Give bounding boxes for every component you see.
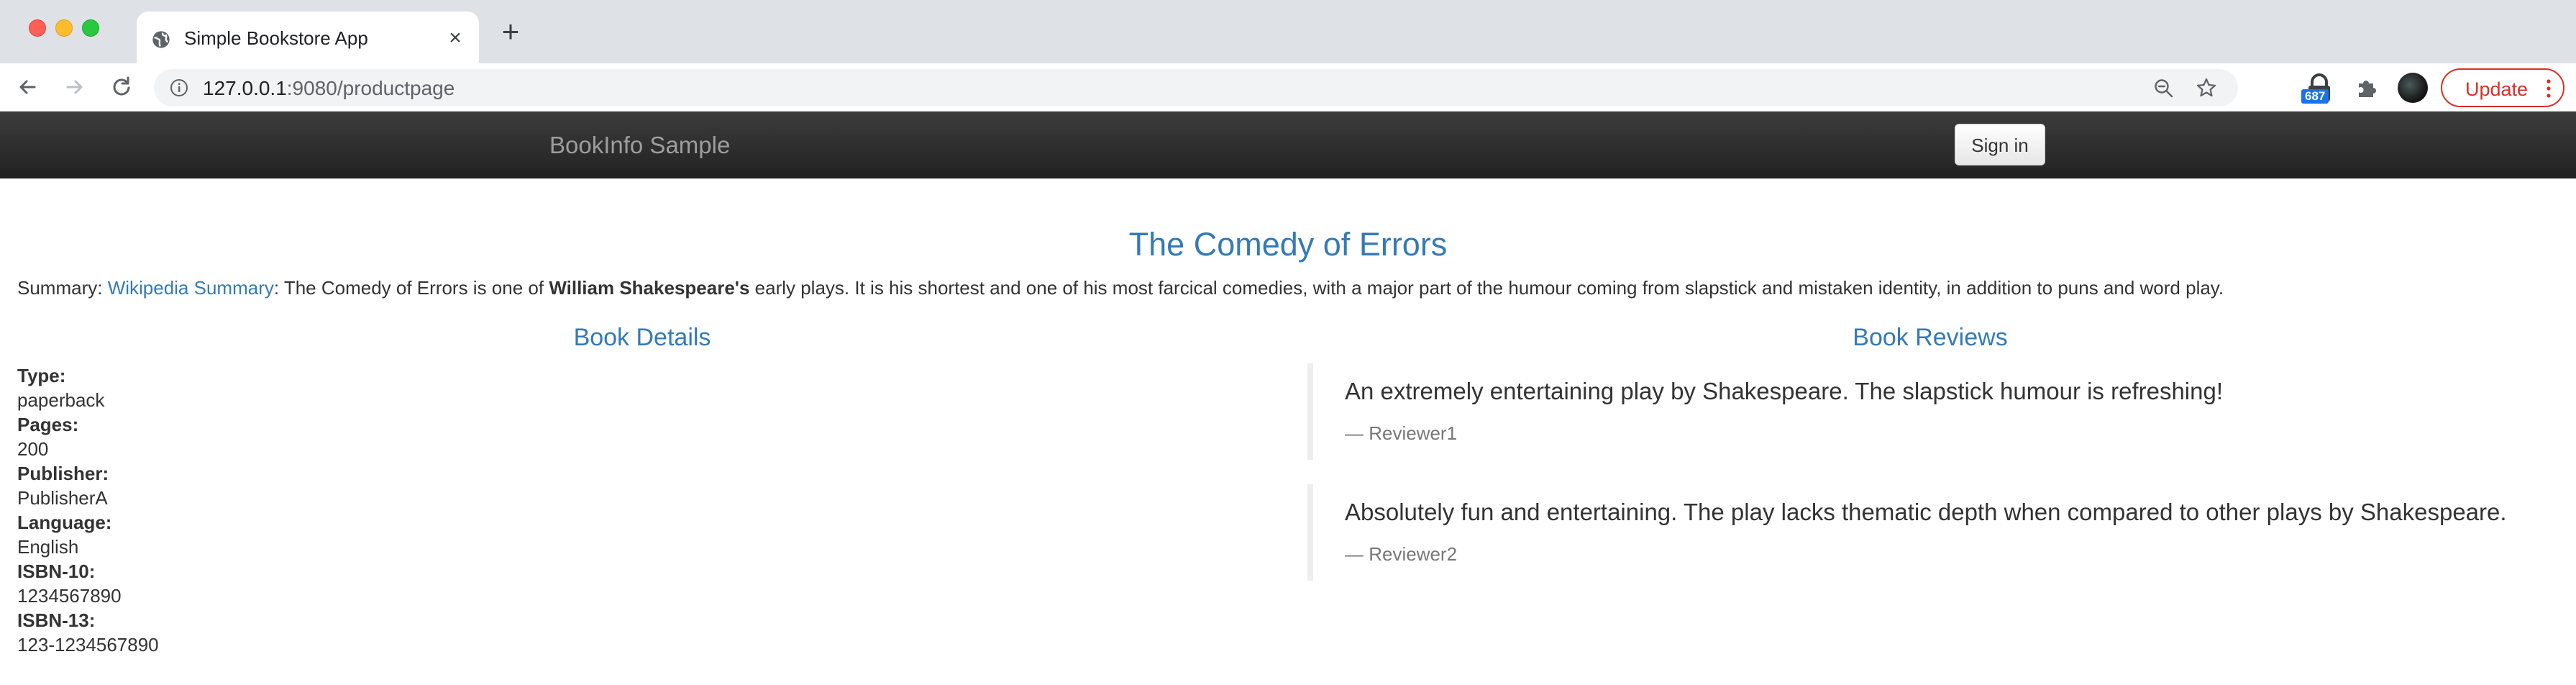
detail-label-isbn10: ISBN-10:	[17, 561, 96, 582]
info-icon[interactable]	[170, 78, 188, 97]
summary-author: William Shakespeare's	[549, 277, 750, 299]
review-item: An extremely entertaining play by Shakes…	[1307, 363, 2530, 460]
tab-title: Simple Bookstore App	[184, 27, 368, 49]
globe-icon	[152, 31, 170, 48]
avatar[interactable]	[2398, 73, 2428, 103]
puzzle-icon[interactable]	[2355, 75, 2380, 101]
reload-icon[interactable]	[106, 72, 137, 102]
review-item: Absolutely fun and entertaining. The pla…	[1307, 484, 2530, 581]
browser-tab-active[interactable]: Simple Bookstore App ×	[137, 12, 479, 63]
detail-value-isbn13: 123-1234567890	[17, 634, 159, 655]
browser-tab-strip: Simple Bookstore App × +	[0, 0, 2576, 63]
url-host: 127.0.0.1	[203, 77, 287, 99]
window-minimize-button[interactable]	[55, 19, 73, 37]
arrow-left-icon[interactable]	[13, 72, 43, 102]
sign-in-button[interactable]: Sign in	[1955, 124, 2045, 165]
detail-value-pages: 200	[17, 438, 49, 460]
address-bar[interactable]: 127.0.0.1:9080/productpage	[154, 69, 2238, 106]
url-text: 127.0.0.1:9080/productpage	[203, 77, 455, 100]
review-text: Absolutely fun and entertaining. The pla…	[1345, 499, 2507, 525]
site-navbar: BookInfo Sample Sign in	[0, 112, 2576, 178]
review-author: — Reviewer2	[1345, 543, 1458, 565]
detail-label-isbn13: ISBN-13:	[17, 609, 96, 631]
update-button[interactable]: Update	[2441, 68, 2564, 107]
arrow-right-icon[interactable]	[59, 72, 89, 102]
summary-text-2: early plays. It is his shortest and one …	[749, 277, 2224, 299]
window-zoom-button[interactable]	[82, 19, 99, 37]
tab-close-icon[interactable]: ×	[444, 27, 466, 49]
bookmark-star-icon[interactable]	[2195, 76, 2218, 99]
summary-text-1: : The Comedy of Errors is one of	[273, 277, 549, 299]
new-tab-button[interactable]: +	[496, 17, 525, 47]
book-details-list: Type: paperback Pages: 200 Publisher: Pu…	[17, 363, 159, 657]
detail-value-publisher: PublisherA	[17, 487, 108, 509]
detail-label-publisher: Publisher:	[17, 463, 109, 484]
book-details-heading: Book Details	[573, 324, 711, 351]
review-text: An extremely entertaining play by Shakes…	[1345, 378, 2224, 404]
summary-label: Summary:	[17, 277, 108, 299]
detail-label-pages: Pages:	[17, 414, 79, 435]
detail-value-isbn10: 1234567890	[17, 585, 122, 607]
page-title: The Comedy of Errors	[1128, 226, 1448, 263]
url-path: :9080/productpage	[286, 77, 455, 99]
update-label: Update	[2465, 78, 2529, 100]
detail-value-type: paperback	[17, 389, 105, 411]
review-author: — Reviewer1	[1345, 422, 1458, 444]
detail-label-language: Language:	[17, 512, 112, 533]
navbar-brand[interactable]: BookInfo Sample	[549, 132, 730, 159]
detail-value-language: English	[17, 536, 79, 558]
book-reviews-heading: Book Reviews	[1853, 324, 2008, 351]
window-close-button[interactable]	[29, 19, 46, 37]
extension-badge-count: 687	[2301, 89, 2329, 104]
book-summary: Summary: Wikipedia Summary: The Comedy o…	[17, 277, 2224, 299]
zoom-out-icon[interactable]	[2153, 78, 2175, 99]
browser-toolbar: 127.0.0.1:9080/productpage	[0, 63, 2576, 112]
wikipedia-summary-link[interactable]: Wikipedia Summary	[108, 277, 274, 299]
detail-label-type: Type:	[17, 365, 66, 386]
kebab-menu-icon[interactable]	[2546, 78, 2552, 99]
